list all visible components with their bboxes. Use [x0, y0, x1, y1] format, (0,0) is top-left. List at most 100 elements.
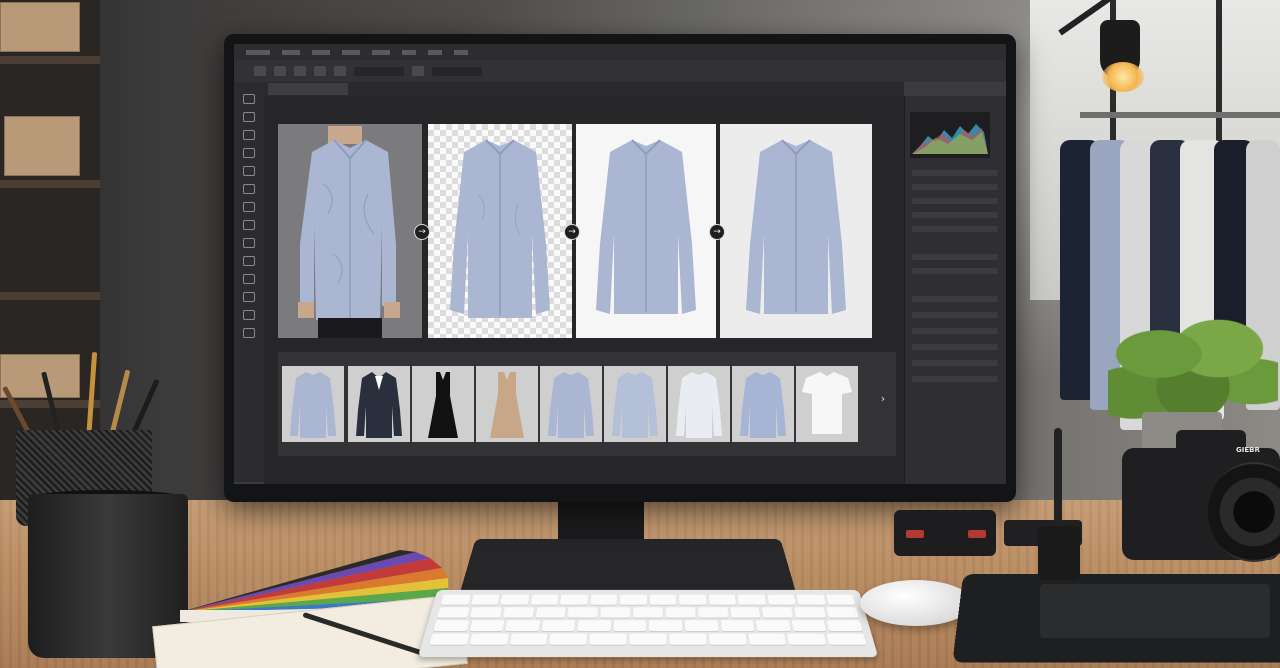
key[interactable] — [502, 607, 534, 618]
key[interactable] — [530, 594, 559, 605]
menu-item[interactable] — [312, 49, 330, 55]
eyedropper-tool-icon[interactable] — [243, 184, 255, 194]
key[interactable] — [669, 633, 707, 645]
move-tool-icon[interactable] — [243, 94, 255, 104]
menu-item[interactable] — [246, 49, 270, 55]
thumbnail[interactable] — [796, 366, 858, 442]
layer-row[interactable] — [912, 328, 998, 334]
menu-item[interactable] — [454, 49, 468, 55]
key[interactable] — [697, 607, 729, 618]
panel-row[interactable] — [912, 170, 998, 176]
panel-row[interactable] — [912, 198, 998, 204]
wand-tool-icon[interactable] — [243, 148, 255, 158]
panel-row[interactable] — [912, 184, 998, 190]
panel-row[interactable] — [912, 212, 998, 218]
option-button[interactable] — [254, 66, 266, 76]
lasso-tool-icon[interactable] — [243, 130, 255, 140]
layer-row[interactable] — [912, 360, 998, 366]
key[interactable] — [762, 607, 794, 618]
thumbnail[interactable] — [348, 366, 410, 442]
key[interactable] — [470, 594, 500, 605]
thumbnail[interactable] — [412, 366, 474, 442]
brush-tool-icon[interactable] — [243, 220, 255, 230]
step-original[interactable] — [278, 124, 422, 338]
key[interactable] — [629, 633, 667, 645]
crop-tool-icon[interactable] — [243, 166, 255, 176]
key[interactable] — [748, 633, 787, 645]
panel-row[interactable] — [912, 226, 998, 232]
key[interactable] — [665, 607, 696, 618]
menu-item[interactable] — [282, 49, 300, 55]
key[interactable] — [589, 594, 618, 605]
thumbnail[interactable] — [282, 366, 344, 442]
option-button[interactable] — [294, 66, 306, 76]
panel-row[interactable] — [912, 254, 998, 260]
panel-row[interactable] — [912, 268, 998, 274]
key[interactable] — [509, 633, 548, 645]
key[interactable] — [535, 607, 567, 618]
menu-item[interactable] — [342, 49, 360, 55]
key[interactable] — [649, 620, 683, 631]
key[interactable] — [440, 594, 471, 605]
key[interactable] — [678, 594, 707, 605]
mouse[interactable] — [860, 580, 972, 626]
key[interactable] — [541, 620, 576, 631]
menu-item[interactable] — [402, 49, 416, 55]
menu-item[interactable] — [428, 49, 442, 55]
marquee-tool-icon[interactable] — [243, 112, 255, 122]
key[interactable] — [755, 620, 791, 631]
stamp-tool-icon[interactable] — [243, 238, 255, 248]
layer-row[interactable] — [912, 296, 998, 302]
key[interactable] — [708, 633, 747, 645]
thumbnail[interactable] — [668, 366, 730, 442]
key[interactable] — [649, 594, 677, 605]
option-button[interactable] — [412, 66, 424, 76]
key[interactable] — [589, 633, 627, 645]
key[interactable] — [469, 620, 505, 631]
key[interactable] — [429, 633, 470, 645]
key[interactable] — [791, 620, 827, 631]
key[interactable] — [613, 620, 647, 631]
key[interactable] — [787, 633, 827, 645]
option-button[interactable] — [334, 66, 346, 76]
thumbnail[interactable] — [732, 366, 794, 442]
key[interactable] — [437, 607, 470, 618]
hand-tool-icon[interactable] — [243, 328, 255, 338]
tablet-surface[interactable] — [1040, 584, 1270, 638]
key[interactable] — [767, 594, 796, 605]
type-tool-icon[interactable] — [243, 310, 255, 320]
key[interactable] — [619, 594, 647, 605]
pen-tool-icon[interactable] — [243, 292, 255, 302]
step-background-removed[interactable] — [428, 124, 572, 338]
menu-item[interactable] — [372, 49, 390, 55]
option-button[interactable] — [314, 66, 326, 76]
key[interactable] — [794, 607, 827, 618]
key[interactable] — [737, 594, 766, 605]
key[interactable] — [433, 620, 469, 631]
key[interactable] — [567, 607, 599, 618]
healing-tool-icon[interactable] — [243, 202, 255, 212]
chevron-right-icon[interactable]: › — [875, 384, 891, 414]
thumbnail[interactable] — [476, 366, 538, 442]
keyboard[interactable] — [417, 589, 879, 658]
key[interactable] — [560, 594, 588, 605]
key[interactable] — [825, 594, 856, 605]
step-final[interactable] — [720, 124, 872, 338]
key[interactable] — [684, 620, 719, 631]
key[interactable] — [600, 607, 631, 618]
layer-row[interactable] — [912, 344, 998, 350]
thumbnail[interactable] — [604, 366, 666, 442]
key[interactable] — [633, 607, 663, 618]
document-tab[interactable] — [268, 83, 348, 95]
option-field[interactable] — [432, 66, 482, 76]
key[interactable] — [577, 620, 611, 631]
key[interactable] — [729, 607, 761, 618]
gradient-tool-icon[interactable] — [243, 274, 255, 284]
key[interactable] — [720, 620, 755, 631]
key[interactable] — [505, 620, 540, 631]
layer-row[interactable] — [912, 376, 998, 382]
thumbnail[interactable] — [540, 366, 602, 442]
key[interactable] — [549, 633, 588, 645]
layer-row[interactable] — [912, 312, 998, 318]
key[interactable] — [469, 633, 509, 645]
